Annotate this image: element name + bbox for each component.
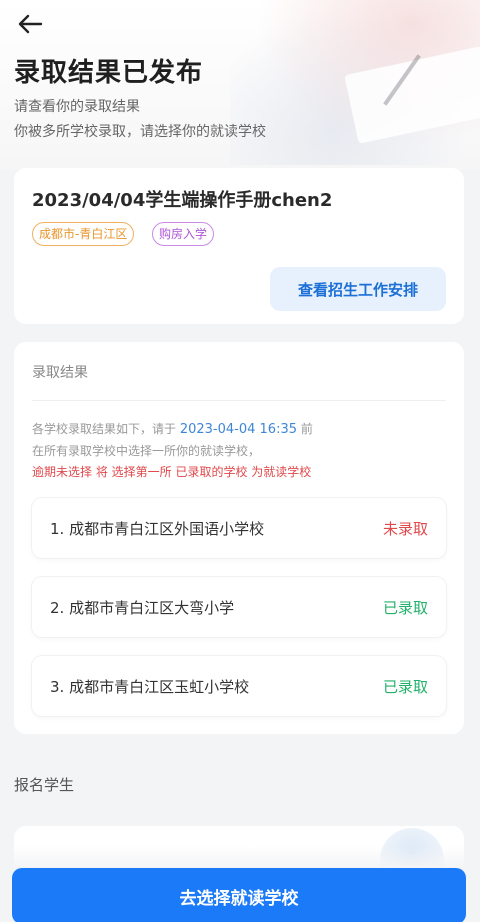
choose-school-button[interactable]: 去选择就读学校 [12,868,466,922]
result-section-title: 录取结果 [32,365,88,381]
section-divider [32,400,446,401]
school-item[interactable]: 1. 成都市青白江区外国语小学校 未录取 [32,498,446,558]
district-tag: 成都市-青白江区 [32,222,135,246]
header-illustration [230,0,480,165]
deadline-note: 各学校录取结果如下，请于 2023-04-04 16:35 前 [32,420,313,437]
arrow-left-icon [18,14,43,34]
admission-status: 已录取 [382,598,428,617]
school-item[interactable]: 2. 成都市青白江区大弯小学 已录取 [32,577,446,637]
application-info-card: 2023/04/04学生端操作手册chen2 成都市-青白江区 购房入学 查看招… [14,168,464,324]
admission-result-card: 录取结果 各学校录取结果如下，请于 2023-04-04 16:35 前 在所有… [14,342,464,734]
admission-status: 已录取 [382,677,428,696]
application-name: 2023/04/04学生端操作手册chen2 [32,190,333,211]
back-button[interactable] [14,10,46,38]
school-name: 2. 成都市青白江区大弯小学 [50,598,235,617]
enrollment-type-tag: 购房入学 [152,222,215,246]
school-name: 1. 成都市青白江区外国语小学校 [50,519,265,538]
page-subtitle-line2: 你被多所学校录取，请选择你的就读学校 [14,124,266,140]
deadline-time: 2023-04-04 16:35 [179,422,297,437]
admission-status: 未录取 [382,519,428,538]
school-name: 3. 成都市青白江区玉虹小学校 [50,677,250,696]
page-subtitle-line1: 请查看你的录取结果 [14,99,140,115]
choose-note: 在所有录取学校中选择一所你的就读学校， [32,444,261,458]
view-schedule-button[interactable]: 查看招生工作安排 [270,267,446,311]
deadline-note-suffix: 前 [300,422,313,436]
overdue-warning: 逾期未选择 将 选择第一所 已录取的学校 为就读学校 [32,465,312,479]
school-item[interactable]: 3. 成都市青白江区玉虹小学校 已录取 [32,656,446,716]
deadline-note-prefix: 各学校录取结果如下，请于 [32,422,177,436]
page-title: 录取结果已发布 [14,58,204,88]
student-section-title: 报名学生 [14,776,75,794]
